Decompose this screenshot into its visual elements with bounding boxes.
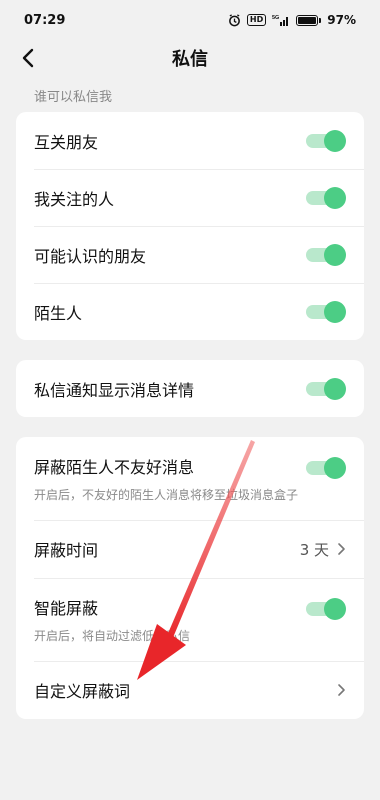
setting-description: 开启后，将自动过滤低质私信 bbox=[34, 629, 191, 643]
page-title: 私信 bbox=[172, 49, 208, 70]
status-bar: 07:29 HD 5G 97% bbox=[0, 0, 380, 40]
signal-icon: 5G bbox=[272, 14, 290, 26]
block-stranger-toggle[interactable] bbox=[306, 456, 346, 479]
setting-description: 开启后，不友好的陌生人消息将移至垃圾消息盒子 bbox=[34, 488, 299, 502]
setting-row-strangers[interactable]: 陌生人 bbox=[16, 283, 364, 340]
notify-card: 私信通知显示消息详情 bbox=[16, 360, 364, 417]
setting-label: 我关注的人 bbox=[34, 189, 115, 209]
who-can-message-card: 互关朋友 我关注的人 可能认识的朋友 陌生人 bbox=[16, 112, 364, 340]
setting-row-mutual-friends[interactable]: 互关朋友 bbox=[16, 112, 364, 169]
chevron-right-icon bbox=[337, 542, 346, 556]
strangers-toggle[interactable] bbox=[306, 300, 346, 323]
following-toggle[interactable] bbox=[306, 186, 346, 209]
setting-label: 智能屏蔽 bbox=[34, 599, 99, 618]
status-time: 07:29 bbox=[24, 12, 66, 28]
setting-label: 私信通知显示消息详情 bbox=[34, 380, 195, 400]
setting-row-following[interactable]: 我关注的人 bbox=[16, 169, 364, 226]
smart-block-toggle[interactable] bbox=[306, 597, 346, 620]
setting-row-block-time[interactable]: 屏蔽时间 3 天 bbox=[16, 520, 364, 578]
setting-label: 自定义屏蔽词 bbox=[34, 682, 131, 701]
setting-row-smart-block[interactable]: 智能屏蔽 开启后，将自动过滤低质私信 bbox=[16, 578, 364, 661]
battery-icon bbox=[296, 14, 322, 26]
status-icons: HD 5G 97% bbox=[228, 13, 356, 27]
nav-bar: 私信 bbox=[0, 40, 380, 76]
back-button[interactable] bbox=[14, 44, 42, 72]
setting-row-notify-details[interactable]: 私信通知显示消息详情 bbox=[16, 360, 364, 417]
hd-badge: HD bbox=[246, 14, 267, 26]
section-label-who-can-message: 谁可以私信我 bbox=[34, 90, 113, 105]
mutual-friends-toggle[interactable] bbox=[306, 129, 346, 152]
setting-row-custom-words[interactable]: 自定义屏蔽词 bbox=[16, 661, 364, 719]
setting-label: 陌生人 bbox=[34, 303, 83, 323]
notify-details-toggle[interactable] bbox=[306, 377, 346, 400]
block-time-value: 3 天 bbox=[299, 540, 329, 559]
chevron-left-icon bbox=[22, 48, 34, 68]
setting-label: 屏蔽陌生人不友好消息 bbox=[34, 458, 195, 477]
setting-label: 屏蔽时间 bbox=[34, 541, 99, 560]
setting-label: 互关朋友 bbox=[34, 132, 99, 152]
blocking-card: 屏蔽陌生人不友好消息 开启后，不友好的陌生人消息将移至垃圾消息盒子 屏蔽时间 3… bbox=[16, 437, 364, 719]
alarm-icon bbox=[228, 13, 241, 27]
battery-percent: 97% bbox=[327, 13, 356, 27]
setting-row-block-stranger[interactable]: 屏蔽陌生人不友好消息 开启后，不友好的陌生人消息将移至垃圾消息盒子 bbox=[16, 437, 364, 520]
svg-text:5G: 5G bbox=[272, 15, 279, 21]
chevron-right-icon bbox=[337, 683, 346, 697]
may-know-toggle[interactable] bbox=[306, 243, 346, 266]
setting-label: 可能认识的朋友 bbox=[34, 246, 147, 266]
setting-row-may-know[interactable]: 可能认识的朋友 bbox=[16, 226, 364, 283]
